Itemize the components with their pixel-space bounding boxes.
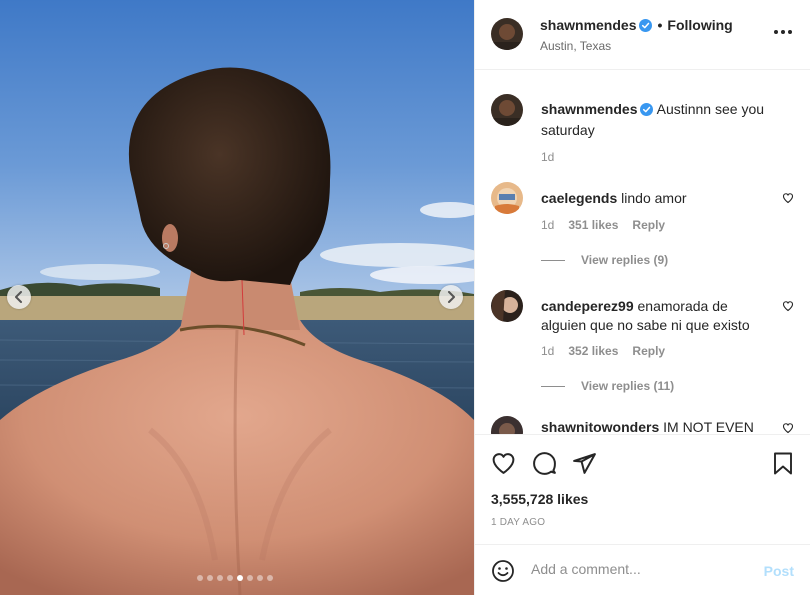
- reply-button[interactable]: Reply: [632, 344, 665, 358]
- comment-body: lindo amor: [621, 190, 687, 206]
- view-replies-label: View replies (11): [581, 379, 675, 393]
- commenter-avatar[interactable]: [491, 182, 523, 214]
- following-button[interactable]: Following: [667, 17, 732, 33]
- post-media: [0, 0, 474, 595]
- post-comment-button[interactable]: Post: [764, 563, 794, 579]
- reply-button[interactable]: Reply: [632, 218, 665, 232]
- comment-username[interactable]: shawnitowonders: [541, 419, 659, 434]
- bookmark-icon[interactable]: [772, 451, 794, 476]
- caption-meta: 1d: [541, 150, 554, 164]
- dot-separator: •: [657, 17, 663, 33]
- comment-icon[interactable]: [532, 451, 557, 476]
- comment-username[interactable]: candeperez99: [541, 298, 634, 314]
- carousel-dot: [247, 575, 253, 581]
- comment-text: candeperez99 enamorada de alguien que no…: [541, 297, 764, 334]
- comment-time[interactable]: 1d: [541, 344, 554, 358]
- comment-username[interactable]: caelegends: [541, 190, 617, 206]
- caption-username[interactable]: shawnmendes: [541, 101, 637, 117]
- verified-badge-icon: [639, 19, 653, 35]
- emoji-icon[interactable]: [491, 559, 515, 583]
- carousel-indicator: [197, 575, 273, 581]
- replies-divider: [541, 259, 565, 261]
- comment-body: IM NOT EVEN: [663, 419, 754, 434]
- post-timestamp: 1 DAY AGO: [491, 517, 546, 528]
- more-options-icon[interactable]: [774, 30, 792, 34]
- chevron-left-icon: [15, 291, 22, 303]
- comment-likes[interactable]: 352 likes: [568, 344, 618, 358]
- heart-icon[interactable]: [782, 422, 794, 434]
- share-icon[interactable]: [572, 451, 597, 476]
- post-photo: [0, 0, 474, 595]
- comment-composer: Post: [475, 544, 810, 595]
- carousel-dot: [197, 575, 203, 581]
- carousel-dot: [227, 575, 233, 581]
- post-header: shawnmendes • Following Austin, Texas: [475, 0, 810, 70]
- replies-divider: [541, 385, 565, 387]
- carousel-dot-active: [237, 575, 243, 581]
- author-line: shawnmendes • Following: [540, 17, 733, 35]
- carousel-dot: [207, 575, 213, 581]
- caption-text: shawnmendes Austinnn see you saturday: [541, 100, 794, 139]
- comments-list[interactable]: shawnmendes Austinnn see you saturday 1d…: [475, 70, 810, 434]
- verified-badge-icon: [640, 102, 654, 121]
- comment-text: shawnitowonders IM NOT EVEN: [541, 418, 764, 434]
- view-replies-button[interactable]: View replies (11): [541, 379, 674, 393]
- carousel-dot: [217, 575, 223, 581]
- likes-count[interactable]: 3,555,728 likes: [491, 491, 588, 507]
- heart-icon[interactable]: [782, 300, 794, 312]
- author-avatar[interactable]: [491, 94, 523, 126]
- comment-likes[interactable]: 351 likes: [568, 218, 618, 232]
- comment-time[interactable]: 1d: [541, 218, 554, 232]
- previous-image-button[interactable]: [7, 285, 31, 309]
- post-side-panel: shawnmendes • Following Austin, Texas shaw…: [474, 0, 810, 595]
- heart-icon[interactable]: [782, 192, 794, 204]
- location-link[interactable]: Austin, Texas: [540, 39, 611, 53]
- carousel-dot: [267, 575, 273, 581]
- next-image-button[interactable]: [439, 285, 463, 309]
- caption-time[interactable]: 1d: [541, 150, 554, 164]
- view-replies-label: View replies (9): [581, 253, 669, 267]
- comment-input[interactable]: [531, 561, 751, 577]
- comment-meta: 1d 352 likes Reply: [541, 344, 665, 358]
- author-username[interactable]: shawnmendes: [540, 17, 636, 33]
- post-actions: 3,555,728 likes 1 DAY AGO: [475, 434, 810, 544]
- carousel-dot: [257, 575, 263, 581]
- author-avatar[interactable]: [491, 18, 523, 50]
- heart-icon[interactable]: [491, 451, 516, 476]
- chevron-right-icon: [448, 291, 455, 303]
- view-replies-button[interactable]: View replies (9): [541, 253, 668, 267]
- comment-text: caelegends lindo amor: [541, 189, 764, 208]
- commenter-avatar[interactable]: [491, 290, 523, 322]
- post-modal: shawnmendes • Following Austin, Texas shaw…: [0, 0, 810, 595]
- comment-meta: 1d 351 likes Reply: [541, 218, 665, 232]
- commenter-avatar[interactable]: [491, 416, 523, 434]
